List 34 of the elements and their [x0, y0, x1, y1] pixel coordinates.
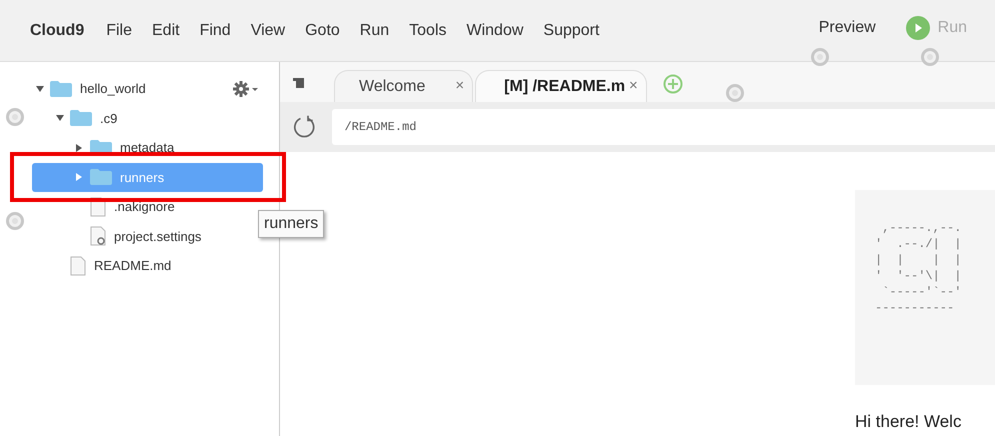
folder-icon [50, 80, 72, 97]
tree-item[interactable]: hello_world [32, 74, 259, 104]
close-tab-button[interactable]: × [455, 75, 464, 98]
folder-icon [90, 169, 112, 186]
close-tab-button[interactable]: × [629, 75, 638, 98]
refresh-icon[interactable] [292, 114, 316, 140]
tree-item[interactable]: metadata [32, 133, 263, 162]
preview-button[interactable]: Preview [818, 16, 876, 40]
editor-tab[interactable]: Welcome × [334, 70, 474, 102]
menu-item[interactable]: File [106, 18, 132, 42]
settings-file-icon [90, 226, 106, 246]
hotspot-marker-icon[interactable] [6, 108, 24, 126]
menu-item[interactable]: View [250, 18, 286, 42]
editor-tab[interactable]: [M] /README.m × [475, 70, 647, 102]
menu-item[interactable]: Window [466, 18, 524, 42]
address-field[interactable]: /README.md [332, 109, 995, 145]
tree-item[interactable]: README.md [32, 251, 263, 280]
ascii-art: ,-----.,--. ' .--./| | | | | | ' '--'\| | `-----'`--' ----------- [875, 220, 962, 316]
menu-item[interactable]: Run [360, 18, 390, 42]
add-tab-icon[interactable] [662, 74, 683, 94]
greeting-text: Hi there! Welc [855, 411, 962, 433]
hotspot-marker-icon[interactable] [6, 212, 24, 230]
tooltip: runners [258, 210, 324, 238]
menu-item[interactable]: Tools [409, 18, 446, 42]
menu-item[interactable]: Find [200, 18, 231, 42]
menu-item[interactable]: Support [543, 18, 600, 42]
menu-item[interactable]: Goto [305, 18, 340, 42]
play-icon [906, 16, 930, 40]
menu-item[interactable]: Edit [152, 18, 180, 42]
file-icon [70, 256, 86, 276]
tree-item[interactable]: .c9 [32, 104, 263, 133]
folder-icon [70, 110, 92, 126]
settings-icon[interactable] [233, 80, 259, 97]
app-name: Cloud9 [30, 20, 84, 40]
